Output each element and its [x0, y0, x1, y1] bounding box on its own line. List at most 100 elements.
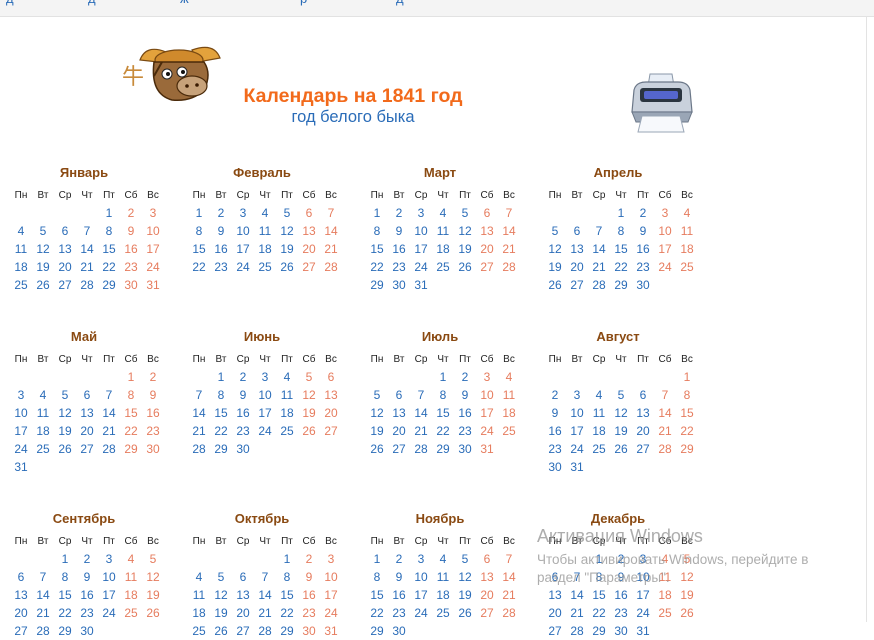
- day-cell[interactable]: 13: [76, 404, 98, 422]
- day-cell[interactable]: 8: [54, 568, 76, 586]
- day-cell[interactable]: 21: [566, 604, 588, 622]
- day-cell[interactable]: 6: [476, 204, 498, 222]
- day-cell[interactable]: 29: [120, 440, 142, 458]
- day-cell[interactable]: 19: [210, 604, 232, 622]
- topbar-link[interactable]: д: [6, 0, 14, 6]
- day-cell[interactable]: 17: [410, 240, 432, 258]
- day-cell[interactable]: 3: [142, 204, 164, 222]
- day-cell[interactable]: 24: [410, 604, 432, 622]
- day-cell[interactable]: 17: [632, 586, 654, 604]
- day-cell[interactable]: 4: [498, 368, 520, 386]
- day-cell[interactable]: 11: [188, 586, 210, 604]
- day-cell[interactable]: 16: [388, 240, 410, 258]
- day-cell[interactable]: 10: [654, 222, 676, 240]
- day-cell[interactable]: 17: [232, 240, 254, 258]
- day-cell[interactable]: 1: [588, 550, 610, 568]
- day-cell[interactable]: 25: [498, 422, 520, 440]
- day-cell[interactable]: 10: [410, 568, 432, 586]
- day-cell[interactable]: 16: [120, 240, 142, 258]
- day-cell[interactable]: 21: [188, 422, 210, 440]
- day-cell[interactable]: 14: [32, 586, 54, 604]
- day-cell[interactable]: 18: [588, 422, 610, 440]
- day-cell[interactable]: 15: [276, 586, 298, 604]
- day-cell[interactable]: 15: [676, 404, 698, 422]
- day-cell[interactable]: 31: [10, 458, 32, 476]
- day-cell[interactable]: 19: [142, 586, 164, 604]
- day-cell[interactable]: 29: [210, 440, 232, 458]
- day-cell[interactable]: 27: [232, 622, 254, 640]
- day-cell[interactable]: 22: [98, 258, 120, 276]
- day-cell[interactable]: 14: [98, 404, 120, 422]
- day-cell[interactable]: 27: [544, 622, 566, 640]
- day-cell[interactable]: 26: [276, 258, 298, 276]
- day-cell[interactable]: 28: [32, 622, 54, 640]
- topbar-link[interactable]: д: [88, 0, 96, 6]
- day-cell[interactable]: 5: [676, 550, 698, 568]
- day-cell[interactable]: 16: [210, 240, 232, 258]
- day-cell[interactable]: 14: [410, 404, 432, 422]
- day-cell[interactable]: 23: [298, 604, 320, 622]
- day-cell[interactable]: 26: [32, 276, 54, 294]
- day-cell[interactable]: 29: [588, 622, 610, 640]
- day-cell[interactable]: 23: [142, 422, 164, 440]
- day-cell[interactable]: 27: [388, 440, 410, 458]
- day-cell[interactable]: 22: [610, 258, 632, 276]
- day-cell[interactable]: 4: [10, 222, 32, 240]
- day-cell[interactable]: 6: [298, 204, 320, 222]
- day-cell[interactable]: 25: [654, 604, 676, 622]
- day-cell[interactable]: 3: [410, 550, 432, 568]
- day-cell[interactable]: 25: [10, 276, 32, 294]
- day-cell[interactable]: 9: [142, 386, 164, 404]
- day-cell[interactable]: 11: [276, 386, 298, 404]
- topbar-link[interactable]: р: [300, 0, 307, 6]
- day-cell[interactable]: 24: [654, 258, 676, 276]
- day-cell[interactable]: 29: [366, 276, 388, 294]
- day-cell[interactable]: 15: [588, 586, 610, 604]
- day-cell[interactable]: 8: [210, 386, 232, 404]
- day-cell[interactable]: 3: [410, 204, 432, 222]
- day-cell[interactable]: 17: [410, 586, 432, 604]
- day-cell[interactable]: 9: [298, 568, 320, 586]
- day-cell[interactable]: 4: [676, 204, 698, 222]
- day-cell[interactable]: 7: [654, 386, 676, 404]
- day-cell[interactable]: 4: [276, 368, 298, 386]
- day-cell[interactable]: 5: [454, 204, 476, 222]
- day-cell[interactable]: 10: [232, 222, 254, 240]
- day-cell[interactable]: 10: [476, 386, 498, 404]
- day-cell[interactable]: 25: [188, 622, 210, 640]
- day-cell[interactable]: 25: [588, 440, 610, 458]
- day-cell[interactable]: 13: [320, 386, 342, 404]
- day-cell[interactable]: 11: [32, 404, 54, 422]
- day-cell[interactable]: 14: [254, 586, 276, 604]
- day-cell[interactable]: 6: [320, 368, 342, 386]
- day-cell[interactable]: 27: [298, 258, 320, 276]
- day-cell[interactable]: 12: [210, 586, 232, 604]
- day-cell[interactable]: 9: [232, 386, 254, 404]
- day-cell[interactable]: 1: [676, 368, 698, 386]
- day-cell[interactable]: 3: [476, 368, 498, 386]
- day-cell[interactable]: 15: [98, 240, 120, 258]
- day-cell[interactable]: 13: [54, 240, 76, 258]
- day-cell[interactable]: 27: [320, 422, 342, 440]
- day-cell[interactable]: 10: [10, 404, 32, 422]
- day-cell[interactable]: 10: [566, 404, 588, 422]
- day-cell[interactable]: 30: [232, 440, 254, 458]
- day-cell[interactable]: 25: [432, 258, 454, 276]
- day-cell[interactable]: 14: [498, 568, 520, 586]
- day-cell[interactable]: 18: [188, 604, 210, 622]
- day-cell[interactable]: 23: [610, 604, 632, 622]
- day-cell[interactable]: 8: [120, 386, 142, 404]
- day-cell[interactable]: 22: [120, 422, 142, 440]
- day-cell[interactable]: 11: [498, 386, 520, 404]
- day-cell[interactable]: 17: [10, 422, 32, 440]
- day-cell[interactable]: 9: [454, 386, 476, 404]
- day-cell[interactable]: 2: [232, 368, 254, 386]
- day-cell[interactable]: 7: [320, 204, 342, 222]
- day-cell[interactable]: 5: [454, 550, 476, 568]
- day-cell[interactable]: 22: [588, 604, 610, 622]
- day-cell[interactable]: 17: [654, 240, 676, 258]
- day-cell[interactable]: 2: [544, 386, 566, 404]
- day-cell[interactable]: 15: [432, 404, 454, 422]
- day-cell[interactable]: 7: [588, 222, 610, 240]
- day-cell[interactable]: 30: [388, 622, 410, 640]
